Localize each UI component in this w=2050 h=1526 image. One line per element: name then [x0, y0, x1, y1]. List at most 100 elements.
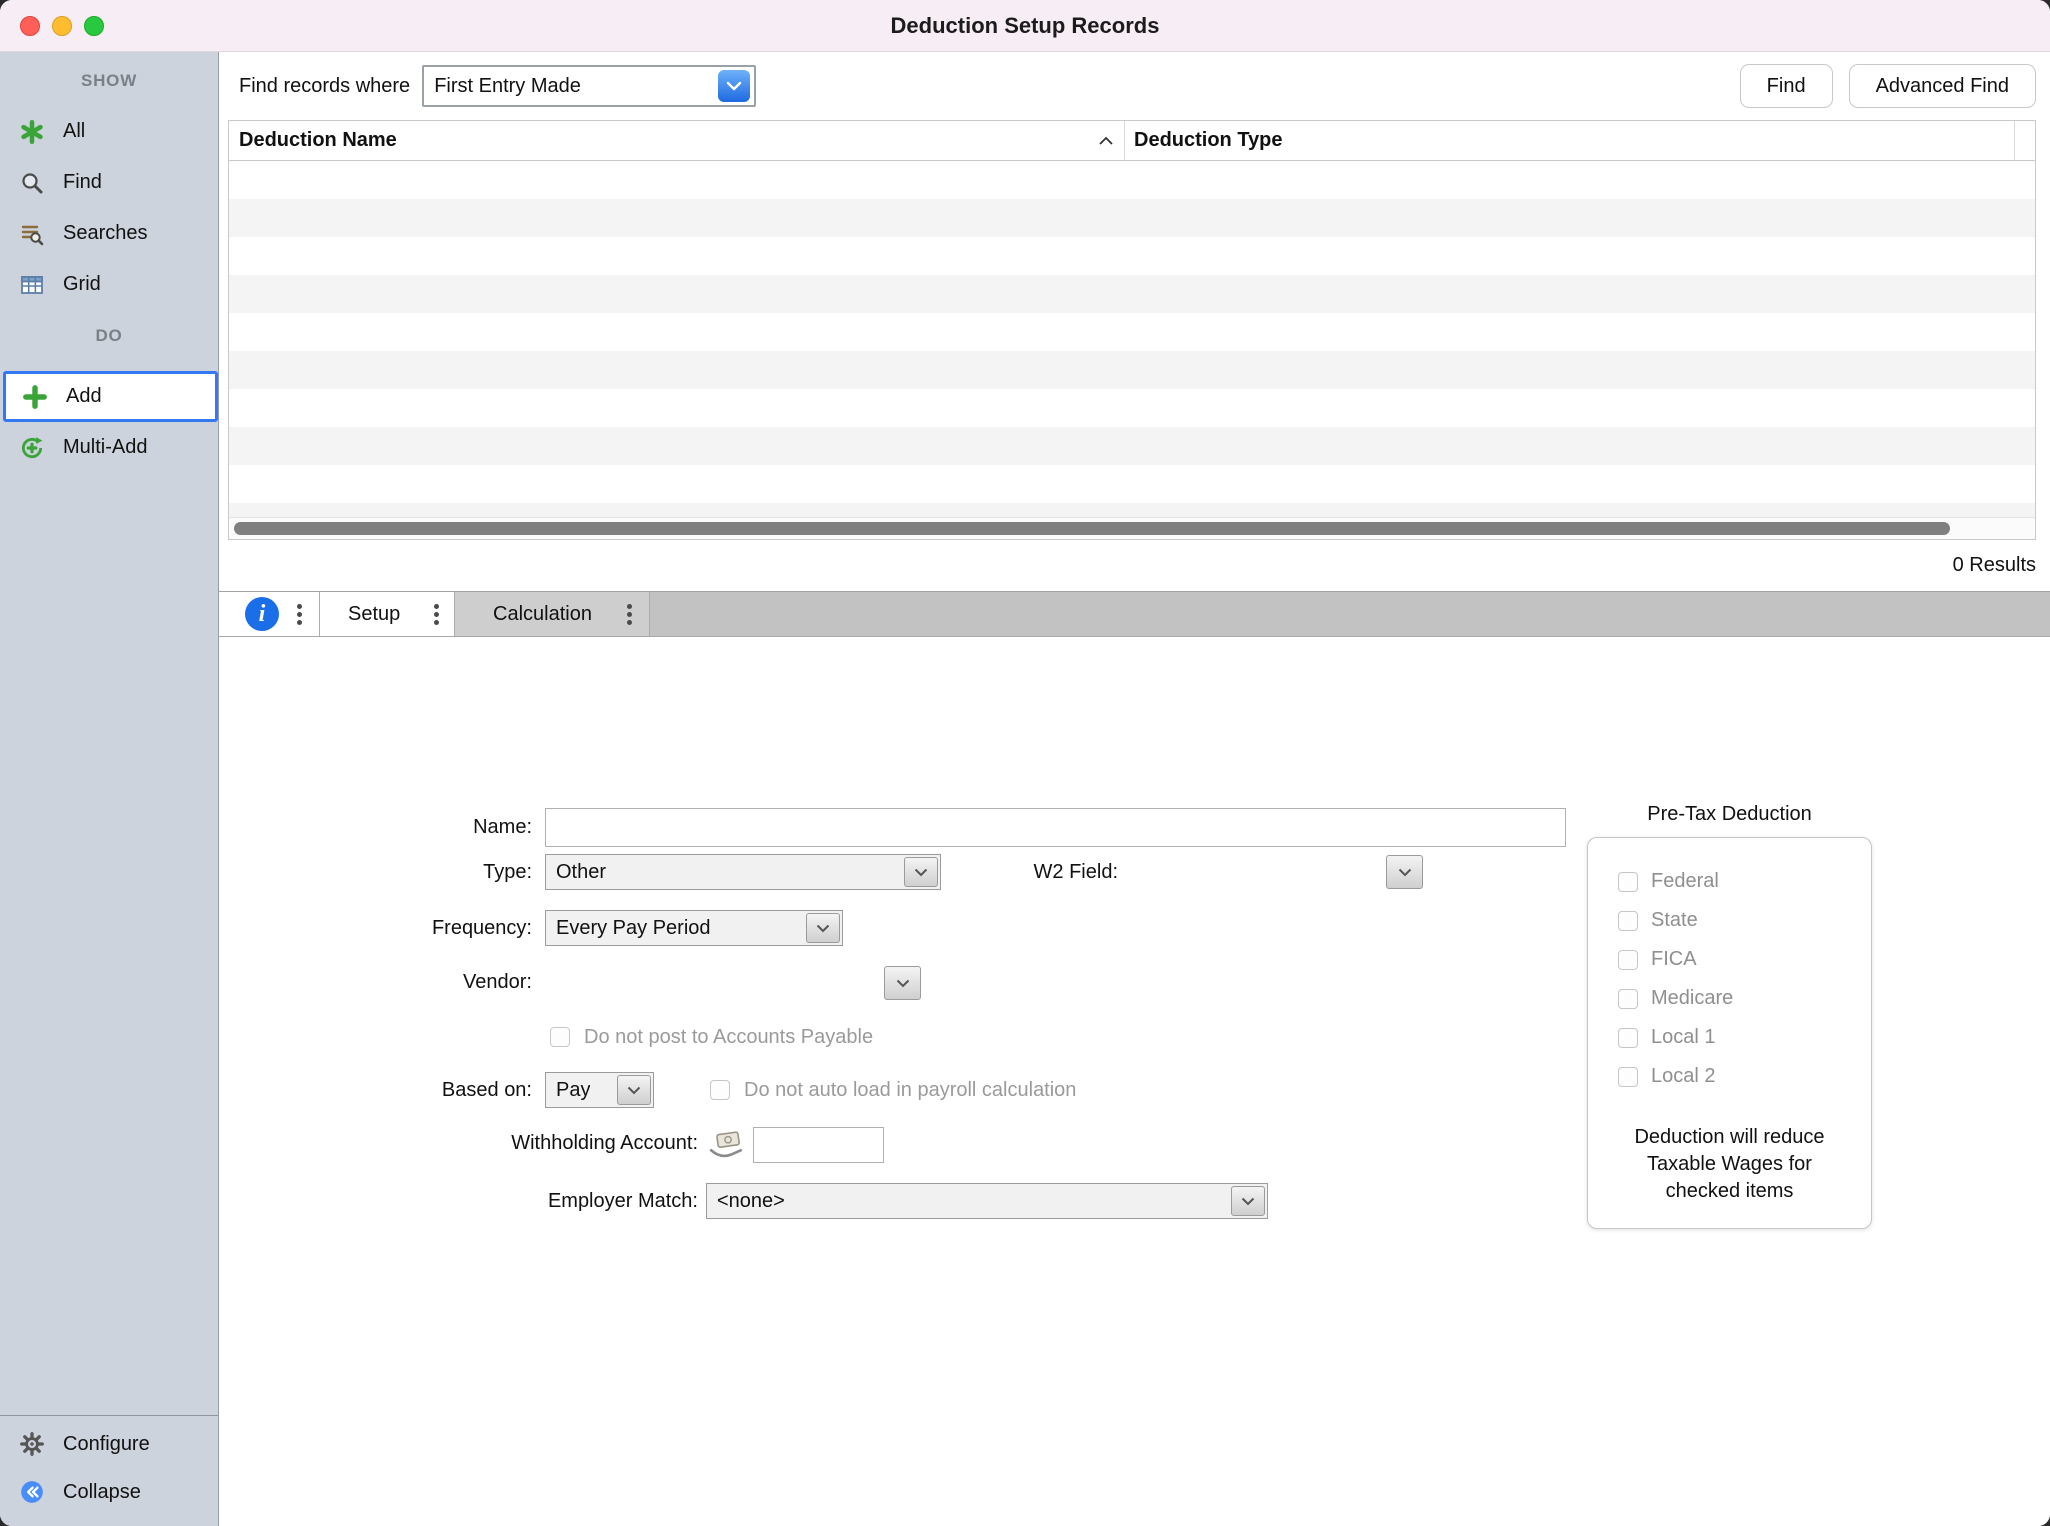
collapse-icon	[18, 1479, 46, 1505]
info-section: i	[219, 592, 320, 636]
pretax-checkbox-fica[interactable]: FICA	[1588, 940, 1871, 979]
pretax-panel: Federal State FICA Medicare	[1587, 837, 1872, 1229]
pretax-checkbox-medicare[interactable]: Medicare	[1588, 979, 1871, 1018]
magnifier-icon	[18, 171, 46, 195]
find-field-select[interactable]: First Entry Made	[422, 65, 756, 107]
vendor-select[interactable]	[884, 966, 921, 1000]
pretax-note: Deduction will reduce Taxable Wages for …	[1588, 1124, 1871, 1205]
checkbox-label: Local 2	[1651, 1065, 1716, 1088]
sidebar: SHOW All Find Searches	[0, 52, 219, 1526]
main-area: Find records where First Entry Made Find…	[219, 52, 2050, 1526]
column-header-deduction-name[interactable]: Deduction Name	[229, 121, 1125, 160]
sidebar-item-multi-add[interactable]: Multi-Add	[0, 422, 218, 473]
pretax-checkbox-federal[interactable]: Federal	[1588, 862, 1871, 901]
zoom-window-button[interactable]	[84, 16, 104, 36]
sidebar-item-all[interactable]: All	[0, 106, 218, 157]
sidebar-item-label: Configure	[63, 1433, 150, 1456]
traffic-lights	[20, 16, 104, 36]
find-field-value: First Entry Made	[434, 75, 581, 98]
minimize-window-button[interactable]	[52, 16, 72, 36]
do-not-autoload-label: Do not auto load in payroll calculation	[744, 1072, 1076, 1108]
plus-icon	[21, 384, 49, 410]
sidebar-section-do: DO	[0, 321, 218, 351]
results-line: 0 Results	[219, 540, 2050, 591]
sidebar-item-collapse[interactable]: Collapse	[0, 1468, 218, 1516]
based-on-value: Pay	[556, 1079, 590, 1102]
find-records-where-label: Find records where	[239, 75, 410, 98]
table-header: Deduction Name Deduction Type	[229, 121, 2035, 161]
pretax-checkbox-local-1[interactable]: Local 1	[1588, 1018, 1871, 1057]
tab-label: Calculation	[493, 603, 592, 626]
checkbox-label: Medicare	[1651, 987, 1733, 1010]
info-icon[interactable]: i	[245, 597, 279, 631]
sidebar-item-add[interactable]: Add	[3, 371, 218, 422]
employer-match-select[interactable]: <none>	[706, 1183, 1268, 1219]
sidebar-item-configure[interactable]: Configure	[0, 1420, 218, 1468]
pretax-title: Pre-Tax Deduction	[1587, 803, 1872, 826]
checkbox-icon	[1618, 911, 1638, 931]
title-bar: Deduction Setup Records	[0, 0, 2050, 52]
sidebar-footer: Configure Collapse	[0, 1415, 218, 1526]
sidebar-item-label: Find	[63, 171, 102, 194]
do-not-post-ap-checkbox[interactable]	[550, 1027, 570, 1047]
find-button[interactable]: Find	[1740, 64, 1833, 108]
do-not-autoload-checkbox[interactable]	[710, 1080, 730, 1100]
withholding-lookup-icon[interactable]	[709, 1131, 745, 1165]
checkbox-label: Federal	[1651, 870, 1719, 893]
column-header-deduction-type[interactable]: Deduction Type	[1125, 121, 2015, 160]
scrollbar-thumb[interactable]	[234, 522, 1950, 535]
sidebar-item-label: Add	[66, 385, 102, 408]
sort-ascending-icon	[1098, 129, 1114, 152]
advanced-find-button[interactable]: Advanced Find	[1849, 64, 2036, 108]
tab-setup[interactable]: Setup	[320, 592, 455, 636]
drag-handle-icon[interactable]	[434, 612, 439, 617]
sidebar-item-label: Grid	[63, 273, 101, 296]
w2-field-label: W2 Field:	[918, 854, 1118, 890]
checkbox-icon	[1618, 950, 1638, 970]
close-window-button[interactable]	[20, 16, 40, 36]
sidebar-section-show: SHOW	[0, 66, 218, 96]
table-body-empty	[229, 161, 2035, 517]
pretax-checkbox-local-2[interactable]: Local 2	[1588, 1057, 1871, 1096]
checkbox-label: Local 1	[1651, 1026, 1716, 1049]
employer-match-label: Employer Match:	[448, 1183, 698, 1219]
employer-match-value: <none>	[717, 1190, 785, 1213]
horizontal-scrollbar[interactable]	[229, 517, 2035, 539]
frequency-select[interactable]: Every Pay Period	[545, 910, 843, 946]
sidebar-item-label: All	[63, 120, 85, 143]
frequency-value: Every Pay Period	[556, 917, 711, 940]
withholding-account-label: Withholding Account:	[448, 1125, 698, 1161]
name-label: Name:	[332, 808, 532, 847]
checkbox-label: FICA	[1651, 948, 1697, 971]
column-label: Deduction Type	[1134, 129, 1283, 152]
sidebar-item-label: Searches	[63, 222, 148, 245]
drag-handle-icon[interactable]	[297, 612, 302, 617]
tab-label: Setup	[348, 603, 400, 626]
w2-field-select[interactable]	[1386, 855, 1423, 889]
drag-handle-icon[interactable]	[627, 612, 632, 617]
sidebar-item-searches[interactable]: Searches	[0, 208, 218, 259]
vendor-label: Vendor:	[332, 964, 532, 1000]
based-on-label: Based on:	[332, 1072, 532, 1108]
pretax-checkbox-state[interactable]: State	[1588, 901, 1871, 940]
based-on-select[interactable]: Pay	[545, 1072, 654, 1108]
checkbox-icon	[1618, 1028, 1638, 1048]
frequency-label: Frequency:	[332, 910, 532, 946]
checkbox-icon	[1618, 872, 1638, 892]
name-input[interactable]	[545, 808, 1566, 847]
saved-searches-icon	[18, 222, 46, 246]
do-not-post-ap-label: Do not post to Accounts Payable	[584, 1019, 873, 1055]
withholding-account-input[interactable]	[753, 1127, 884, 1163]
checkbox-icon	[1618, 1067, 1638, 1087]
tab-bar-filler	[650, 592, 2050, 636]
chevron-down-icon	[718, 70, 750, 102]
checkbox-label: State	[1651, 909, 1698, 932]
tab-calculation[interactable]: Calculation	[455, 592, 650, 636]
sidebar-item-grid[interactable]: Grid	[0, 259, 218, 310]
setup-form: Name: Type: Other W2 Field: Frequency: E…	[219, 637, 2050, 1526]
type-select[interactable]: Other	[545, 854, 941, 890]
gear-icon	[18, 1431, 46, 1457]
sidebar-item-find[interactable]: Find	[0, 157, 218, 208]
checkbox-icon	[1618, 989, 1638, 1009]
type-label: Type:	[332, 854, 532, 890]
